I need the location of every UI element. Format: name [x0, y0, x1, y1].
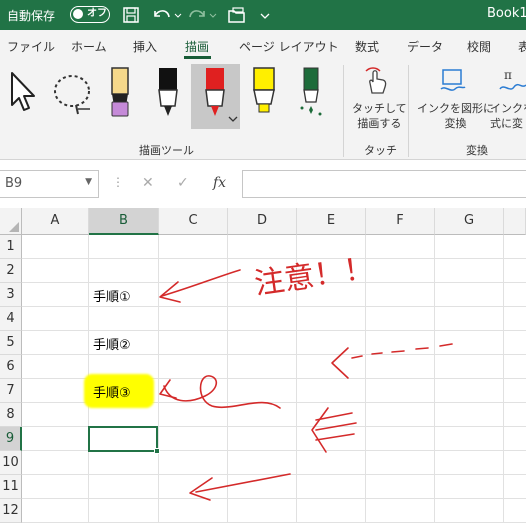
svg-text:π: π — [504, 68, 512, 82]
ink-to-shape-icon[interactable] — [437, 67, 467, 97]
pencil-pen-icon[interactable] — [106, 64, 134, 122]
ink-arrow — [331, 347, 349, 379]
ink-drawing-layer: 注意！！ — [159, 251, 453, 501]
toggle-knob — [73, 9, 83, 19]
redo-icon[interactable] — [187, 5, 219, 25]
title-bar: 自動保存 オフ Book1 — [0, 0, 526, 30]
cancel-icon[interactable]: ✕ — [142, 175, 154, 191]
insert-function-icon[interactable]: fx — [213, 175, 226, 191]
workbook-title: Book1 — [487, 6, 526, 21]
ribbon-draw: 描画ツール タッチして 描画する タッチ インクを図形に 変換 π インクを 式… — [0, 59, 526, 160]
touch-group-label: タッチ — [364, 144, 397, 157]
ink-arrow — [163, 375, 281, 409]
name-box[interactable]: B9 ▼ — [0, 170, 99, 198]
select-arrow-icon[interactable] — [8, 69, 38, 117]
tab-page-layout[interactable]: ページ レイアウト — [239, 38, 339, 55]
enter-icon[interactable]: ✓ — [177, 175, 189, 191]
draw-tools-group-label: 描画ツール — [139, 144, 194, 157]
black-pen-icon[interactable] — [153, 64, 183, 122]
autosave-state: オフ — [87, 8, 107, 19]
tab-draw[interactable]: 描画 — [185, 38, 209, 55]
autosave-toggle[interactable]: オフ — [70, 6, 110, 23]
excel-window: 自動保存 オフ Book1 ファイル ホーム 挿入 描画 ページ レイアウト 数… — [0, 0, 526, 523]
highlighter-icon[interactable] — [248, 64, 280, 122]
formula-bar: B9 ▼ ⋮ ✕ ✓ fx — [0, 160, 526, 208]
customize-quick-access-icon[interactable] — [258, 5, 272, 25]
lasso-select-icon[interactable] — [50, 69, 100, 119]
undo-icon[interactable] — [150, 5, 182, 25]
ink-arrow — [195, 473, 291, 493]
ink-arrow — [315, 433, 355, 441]
ink-arrow — [351, 343, 453, 359]
open-folder-icon[interactable] — [226, 5, 248, 25]
tab-formulas[interactable]: 数式 — [355, 38, 379, 55]
ink-arrow — [315, 422, 357, 431]
red-pen-icon[interactable] — [200, 64, 230, 122]
group-divider — [343, 65, 344, 157]
touch-draw-button[interactable]: タッチして 描画する — [352, 101, 407, 131]
touch-draw-icon[interactable] — [362, 65, 390, 95]
tab-data[interactable]: データ — [407, 38, 443, 55]
autosave-label: 自動保存 — [7, 9, 56, 23]
pen-options-chevron-icon[interactable] — [227, 114, 239, 124]
convert-group-label: 変換 — [466, 144, 488, 157]
tab-file[interactable]: ファイル — [7, 38, 55, 55]
save-icon[interactable] — [121, 5, 141, 25]
tab-home[interactable]: ホーム — [71, 38, 107, 55]
more-dots-icon[interactable]: ⋮ — [112, 175, 124, 189]
ink-annotation-text: 注意！！ — [252, 251, 376, 302]
chevron-down-icon[interactable]: ▼ — [85, 177, 92, 187]
ribbon-tabs: ファイル ホーム 挿入 描画 ページ レイアウト 数式 データ 校閲 表 — [0, 30, 526, 59]
group-divider — [408, 65, 409, 157]
tab-review[interactable]: 校閲 — [467, 38, 491, 55]
ink-to-math-button[interactable]: インクを 式に変 — [490, 101, 526, 131]
ink-arrow — [161, 269, 241, 297]
formula-input[interactable] — [242, 170, 526, 198]
ink-arrow — [159, 379, 177, 399]
name-box-value: B9 — [5, 176, 23, 191]
galaxy-pen-icon[interactable] — [296, 64, 326, 122]
ink-to-shape-button[interactable]: インクを図形に 変換 — [417, 101, 494, 131]
ink-to-math-icon[interactable]: π — [498, 67, 526, 97]
tab-view[interactable]: 表 — [518, 38, 526, 55]
tab-insert[interactable]: 挿入 — [133, 38, 157, 55]
worksheet-grid[interactable]: A B C D E F G 1 2 3 4 5 6 7 8 9 10 11 12 — [0, 208, 526, 523]
